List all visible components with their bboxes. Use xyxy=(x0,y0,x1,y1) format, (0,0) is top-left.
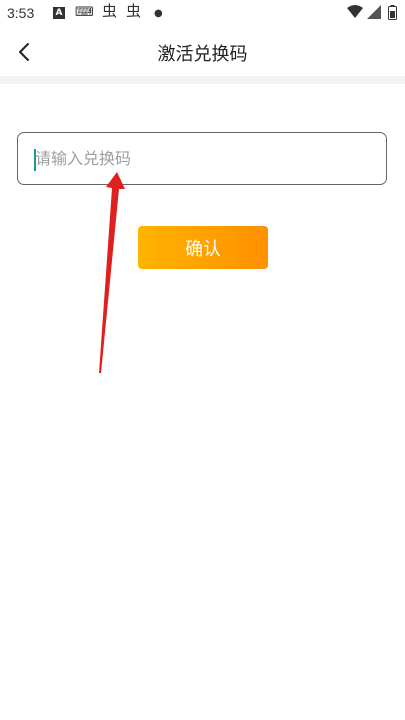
a-notification-icon: A xyxy=(53,7,65,19)
bug-icon: 虫 xyxy=(126,2,142,20)
redeem-code-input[interactable] xyxy=(18,133,386,184)
page-title: 激活兑换码 xyxy=(157,44,248,65)
bug-icon: 虫 xyxy=(102,2,118,20)
signal-icon xyxy=(367,5,381,21)
confirm-button[interactable]: 确认 xyxy=(138,226,268,269)
title-bar: 激活兑换码 xyxy=(0,28,405,76)
text-caret xyxy=(34,149,36,171)
redeem-code-field xyxy=(17,132,387,185)
dot-icon: ● xyxy=(154,8,163,19)
status-bar: 3:53 A ⌨ 虫 虫 ● xyxy=(0,0,405,28)
battery-icon xyxy=(388,5,397,22)
annotation-arrow-icon xyxy=(99,172,125,373)
wifi-icon xyxy=(347,5,363,21)
keyboard-icon: ⌨ xyxy=(75,5,94,20)
status-time: 3:53 xyxy=(7,5,35,21)
header-divider xyxy=(0,76,405,84)
